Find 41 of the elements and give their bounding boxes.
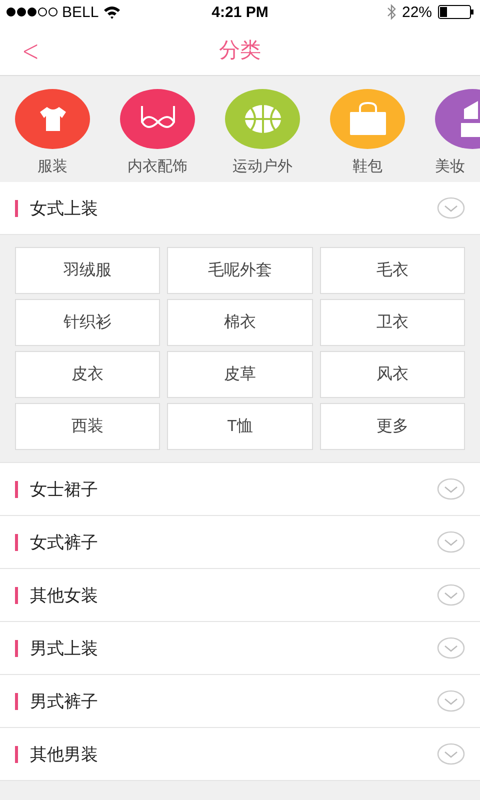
wifi-icon — [102, 6, 121, 18]
subcategory-button[interactable]: T恤 — [167, 403, 313, 450]
section-header[interactable]: 女式裤子 — [0, 516, 480, 569]
chevron-icon — [437, 584, 465, 606]
ball-icon — [242, 103, 282, 135]
category-item[interactable]: 服装 — [15, 76, 90, 182]
subcategory-button[interactable]: 卫衣 — [320, 299, 465, 346]
chevron-icon — [437, 531, 465, 553]
battery-percentage: 22% — [402, 4, 432, 20]
subcategory-button[interactable]: 毛呢外套 — [167, 247, 313, 294]
subcategory-button[interactable]: 皮衣 — [15, 351, 160, 398]
section-header[interactable]: 其他女装 — [0, 569, 480, 622]
subcategory-button[interactable]: 更多 — [320, 403, 465, 450]
chevron-icon — [437, 743, 465, 765]
bag-icon — [348, 102, 388, 136]
subcategory-button[interactable]: 西装 — [15, 403, 160, 450]
chevron-icon — [437, 197, 465, 219]
category-item[interactable]: 美妆 — [435, 76, 480, 182]
page-title: 分类 — [219, 38, 261, 64]
chevron-icon — [437, 478, 465, 500]
category-item[interactable]: 内衣配饰 — [120, 76, 195, 182]
category-item[interactable]: 鞋包 — [330, 76, 405, 182]
section-header[interactable]: 女式上装 — [0, 182, 480, 235]
section-header[interactable]: 女士裙子 — [0, 463, 480, 516]
clock-time: 4:21 PM — [212, 4, 268, 20]
subcategory-button[interactable]: 针织衫 — [15, 299, 160, 346]
chevron-icon — [437, 690, 465, 712]
carrier-name: BELL — [62, 4, 99, 20]
section-header[interactable]: 其他男装 — [0, 728, 480, 781]
subcategory-button[interactable]: 毛衣 — [320, 247, 465, 294]
signal-icon — [6, 7, 58, 17]
section-header[interactable]: 男式裤子 — [0, 675, 480, 728]
chevron-icon — [437, 637, 465, 659]
section-header[interactable]: 男式上装 — [0, 622, 480, 675]
battery-icon — [438, 5, 474, 19]
subcategory-button[interactable]: 皮草 — [167, 351, 313, 398]
category-item[interactable]: 运动户外 — [225, 76, 300, 182]
subcategory-button[interactable]: 风衣 — [320, 351, 465, 398]
bluetooth-icon — [386, 4, 396, 20]
subcategory-button[interactable]: 羽绒服 — [15, 247, 160, 294]
subcategory-button[interactable]: 棉衣 — [167, 299, 313, 346]
